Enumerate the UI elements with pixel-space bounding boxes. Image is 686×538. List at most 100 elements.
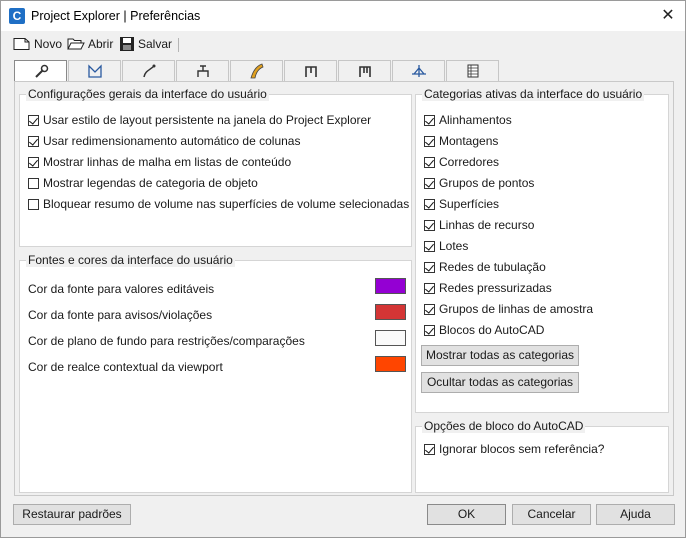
open-label: Abrir (88, 37, 114, 51)
tab-pressure-networks[interactable] (338, 60, 391, 81)
checkbox[interactable] (424, 177, 435, 189)
autocad-block-options-group: Opções de bloco do AutoCAD Ignorar bloco… (415, 419, 669, 493)
category-label: Corredores (439, 155, 500, 169)
checkbox[interactable] (28, 135, 39, 147)
hide-all-categories-button[interactable]: Ocultar todas as categorias (421, 372, 579, 393)
category-label: Superfícies (439, 197, 500, 211)
tab-strip (14, 60, 500, 82)
show-all-categories-button[interactable]: Mostrar todas as categorias (421, 345, 579, 366)
active-categories-title: Categorias ativas da interface do usuári… (422, 87, 645, 101)
checkbox[interactable] (424, 198, 435, 210)
category-label: Blocos do AutoCAD (439, 323, 545, 337)
checkbox[interactable] (424, 261, 435, 273)
category-item[interactable]: Blocos do AutoCAD (424, 323, 544, 337)
checkbox[interactable] (424, 219, 435, 231)
color-label: Cor da fonte para avisos/violações (28, 308, 213, 322)
tab-point-groups[interactable] (176, 60, 229, 81)
checkbox[interactable] (424, 282, 435, 294)
tab-sample-lines[interactable] (392, 60, 445, 81)
close-button[interactable]: ✕ (651, 1, 685, 31)
sample-lines-icon (411, 65, 426, 77)
tab-pipe-networks[interactable] (284, 60, 337, 81)
category-item[interactable]: Linhas de recurso (424, 218, 534, 232)
pipe-network-icon (304, 66, 317, 77)
open-button[interactable]: Abrir (67, 35, 113, 53)
option-grid-lines[interactable]: Mostrar linhas de malha em listas de con… (28, 155, 291, 169)
new-button[interactable]: Novo (13, 35, 62, 53)
option-label: Usar estilo de layout persistente na jan… (43, 113, 372, 127)
color-label: Cor de realce contextual da viewport (28, 360, 223, 374)
table-icon (467, 64, 478, 78)
toolbar-separator (178, 38, 179, 52)
preferences-dialog: C Project Explorer | Preferências ✕ Novo… (0, 0, 686, 538)
checkbox[interactable] (424, 443, 435, 455)
tab-corridors[interactable] (230, 60, 283, 81)
active-categories-group: Categorias ativas da interface do usuári… (415, 87, 669, 413)
checkbox[interactable] (28, 177, 39, 189)
checkbox[interactable] (28, 156, 39, 168)
option-persistent-layout[interactable]: Usar estilo de layout persistente na jan… (28, 113, 371, 127)
category-label: Lotes (439, 239, 469, 253)
ok-button[interactable]: OK (427, 504, 506, 525)
wrench-icon (34, 64, 48, 78)
general-settings-title: Configurações gerais da interface do usu… (26, 87, 269, 101)
cancel-button[interactable]: Cancelar (512, 504, 591, 525)
checkbox[interactable] (28, 114, 39, 126)
checkbox[interactable] (424, 156, 435, 168)
checkbox[interactable] (28, 198, 39, 210)
checkbox[interactable] (424, 240, 435, 252)
corridor-icon (249, 63, 263, 79)
color-row-viewport-highlight: Cor de realce contextual da viewport (28, 360, 223, 374)
category-label: Grupos de linhas de amostra (439, 302, 594, 316)
category-label: Redes de tubulação (439, 260, 546, 274)
color-swatch-background[interactable] (375, 330, 406, 346)
checkbox[interactable] (424, 135, 435, 147)
tab-panel-general: Configurações gerais da interface do usu… (14, 81, 674, 496)
restore-defaults-button[interactable]: Restaurar padrões (13, 504, 131, 525)
save-button[interactable]: Salvar (119, 35, 172, 53)
category-item[interactable]: Redes de tubulação (424, 260, 546, 274)
category-item[interactable]: Superfícies (424, 197, 499, 211)
new-document-icon (13, 38, 30, 50)
option-ignore-unreferenced-blocks[interactable]: Ignorar blocos sem referência? (424, 442, 604, 456)
block-options-title: Opções de bloco do AutoCAD (422, 419, 586, 433)
point-group-icon (196, 65, 209, 77)
color-swatch-viewport-highlight[interactable] (375, 356, 406, 372)
tab-tables[interactable] (446, 60, 499, 81)
fonts-colors-group: Fontes e cores da interface do usuário C… (19, 253, 412, 493)
help-button[interactable]: Ajuda (596, 504, 675, 525)
checkbox[interactable] (424, 324, 435, 336)
pressure-network-icon (358, 66, 371, 77)
toolbar: Novo Abrir Salvar (1, 31, 685, 57)
color-swatch-editable[interactable] (375, 278, 406, 294)
fonts-colors-title: Fontes e cores da interface do usuário (26, 253, 235, 267)
option-label: Mostrar linhas de malha em listas de con… (43, 155, 292, 169)
option-auto-resize-columns[interactable]: Usar redimensionamento automático de col… (28, 134, 300, 148)
open-folder-icon (67, 38, 85, 50)
category-item[interactable]: Redes pressurizadas (424, 281, 552, 295)
color-row-warnings: Cor da fonte para avisos/violações (28, 308, 212, 322)
surface-icon (87, 64, 102, 78)
checkbox[interactable] (424, 114, 435, 126)
category-item[interactable]: Grupos de pontos (424, 176, 534, 190)
category-label: Alinhamentos (439, 113, 512, 127)
app-icon: C (9, 8, 25, 24)
tab-general[interactable] (14, 60, 67, 82)
category-item[interactable]: Corredores (424, 155, 499, 169)
option-category-legends[interactable]: Mostrar legendas de categoria de objeto (28, 176, 258, 190)
category-item[interactable]: Lotes (424, 239, 468, 253)
checkbox[interactable] (424, 303, 435, 315)
category-item[interactable]: Montagens (424, 134, 498, 148)
category-item[interactable]: Grupos de linhas de amostra (424, 302, 593, 316)
title-bar[interactable]: C Project Explorer | Preferências ✕ (1, 1, 685, 31)
color-row-background: Cor de plano de fundo para restrições/co… (28, 334, 305, 348)
tab-surfaces[interactable] (68, 60, 121, 81)
option-lock-volume-summary[interactable]: Bloquear resumo de volume nas superfície… (28, 197, 409, 211)
tab-alignments[interactable] (122, 60, 175, 81)
category-label: Montagens (439, 134, 499, 148)
category-label: Redes pressurizadas (439, 281, 552, 295)
save-disk-icon (120, 37, 134, 51)
color-swatch-warnings[interactable] (375, 304, 406, 320)
category-item[interactable]: Alinhamentos (424, 113, 512, 127)
color-label: Cor da fonte para valores editáveis (28, 282, 215, 296)
